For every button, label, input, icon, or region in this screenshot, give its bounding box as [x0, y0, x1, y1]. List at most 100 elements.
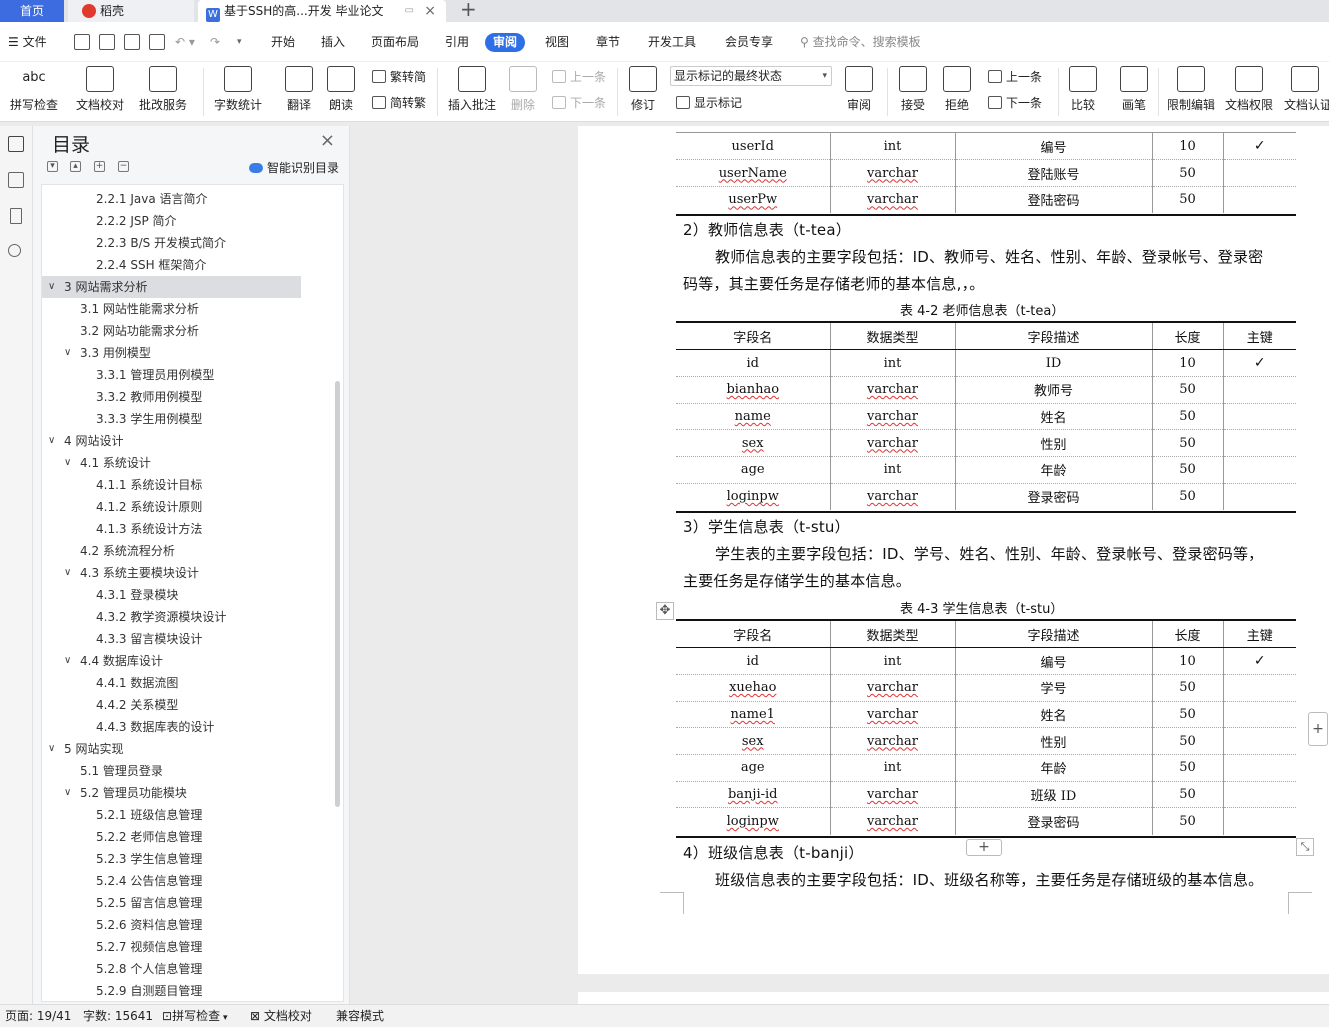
chevron-down-icon[interactable]: ∨: [48, 738, 55, 760]
track-changes-button[interactable]: 修订: [624, 62, 662, 122]
chevron-down-icon[interactable]: ∨: [64, 342, 71, 364]
table-cell[interactable]: 50: [1151, 754, 1223, 782]
table-cell[interactable]: 姓名: [954, 701, 1152, 729]
table-cell[interactable]: 50: [1151, 483, 1223, 510]
table-cell[interactable]: name1: [676, 701, 830, 729]
trad-to-simp-button[interactable]: 繁转简: [372, 68, 426, 86]
menu-item-devtools[interactable]: 开发工具: [648, 22, 696, 62]
table-cell[interactable]: id: [676, 349, 830, 377]
table-cell[interactable]: userPw: [676, 186, 830, 213]
chevron-down-icon[interactable]: ∨: [64, 650, 71, 672]
menu-item-chapter[interactable]: 章节: [596, 22, 620, 62]
table-cell[interactable]: [1222, 483, 1296, 510]
table-cell[interactable]: name: [676, 403, 830, 431]
table-cell[interactable]: 50: [1151, 429, 1223, 457]
table-cell[interactable]: 50: [1151, 403, 1223, 431]
prev-comment-button[interactable]: 上一条: [552, 68, 606, 86]
table-cell[interactable]: varchar: [829, 674, 955, 702]
table-cell[interactable]: 50: [1151, 727, 1223, 755]
toc-item[interactable]: ∨ 5.2 管理员功能模块: [42, 782, 342, 804]
table-cell[interactable]: 登录密码: [954, 807, 1152, 835]
table-cell[interactable]: 登陆账号: [954, 159, 1152, 187]
table-cell[interactable]: ID: [954, 349, 1152, 377]
table-cell[interactable]: xuehao: [676, 674, 830, 702]
page-indicator[interactable]: 页面: 19/41: [5, 1005, 71, 1027]
toc-item[interactable]: 4.4.3 数据库表的设计: [42, 716, 342, 738]
delete-comment-button[interactable]: 删除: [504, 62, 542, 122]
table-cell[interactable]: id: [676, 647, 830, 675]
table-cell[interactable]: 字段名: [676, 323, 830, 351]
redo-icon[interactable]: ↷: [210, 22, 220, 62]
insert-comment-button[interactable]: 插入批注: [444, 62, 500, 122]
tab-home[interactable]: 首页: [0, 0, 64, 22]
show-markup-button[interactable]: 显示标记: [676, 94, 742, 112]
table-cell[interactable]: [1222, 701, 1296, 729]
toc-item[interactable]: 5.2.9 自测题目管理: [42, 980, 342, 1001]
toc-item[interactable]: 4.3.3 留言模块设计: [42, 628, 342, 650]
menu-item-reference[interactable]: 引用: [445, 22, 469, 62]
pen-button[interactable]: 画笔: [1116, 62, 1152, 122]
table-cell[interactable]: 50: [1151, 159, 1223, 187]
accept-button[interactable]: 接受: [894, 62, 932, 122]
add-row-icon[interactable]: +: [966, 839, 1002, 856]
table-cell[interactable]: userName: [676, 159, 830, 187]
chevron-down-icon[interactable]: ∨: [48, 430, 55, 452]
table-move-handle-icon[interactable]: ✥: [656, 602, 674, 620]
table-cell[interactable]: 50: [1151, 376, 1223, 404]
toc-item[interactable]: 3.2 网站功能需求分析: [42, 320, 342, 342]
toc-item[interactable]: 5.2.5 留言信息管理: [42, 892, 342, 914]
simp-to-trad-button[interactable]: 简转繁: [372, 94, 426, 112]
toc-item[interactable]: ∨ 4.1 系统设计: [42, 452, 342, 474]
table-cell[interactable]: varchar: [829, 483, 955, 510]
table-cell[interactable]: 字段描述: [954, 323, 1152, 351]
table-cell[interactable]: 年龄: [954, 456, 1152, 484]
toc-item[interactable]: ∨ 5 网站实现: [42, 738, 342, 760]
print-preview-icon[interactable]: [149, 34, 165, 50]
table-cell[interactable]: int: [829, 754, 955, 782]
table-cell[interactable]: loginpw: [676, 483, 830, 510]
table-cell[interactable]: [1222, 186, 1296, 214]
chevron-down-icon[interactable]: ∨: [64, 782, 71, 804]
proofread-status[interactable]: ⊠ 文档校对: [250, 1005, 312, 1027]
next-change-button[interactable]: 下一条: [988, 94, 1042, 112]
expand-level-icon[interactable]: ▴: [70, 161, 81, 172]
spell-check-status[interactable]: ⊡拼写检查 ▾: [162, 1005, 227, 1027]
reject-button[interactable]: 拒绝: [938, 62, 976, 122]
table-cell[interactable]: 50: [1151, 674, 1223, 702]
restrict-edit-button[interactable]: 限制编辑: [1164, 62, 1218, 122]
compare-button[interactable]: 比较: [1064, 62, 1102, 122]
table-cell[interactable]: [1222, 403, 1296, 431]
menu-item-member[interactable]: 会员专享: [725, 22, 773, 62]
table-cell[interactable]: ✓: [1222, 647, 1296, 675]
export-icon[interactable]: [99, 34, 115, 50]
command-search[interactable]: ⚲ 查找命令、搜索模板: [800, 22, 921, 62]
toc-item[interactable]: 4.1.3 系统设计方法: [42, 518, 342, 540]
table-cell[interactable]: 字段名: [676, 621, 830, 649]
toc-item[interactable]: 3.3.3 学生用例模型: [42, 408, 342, 430]
menu-item-review[interactable]: 审阅: [485, 33, 526, 52]
table-cell[interactable]: 性别: [954, 429, 1152, 457]
table-cell[interactable]: 姓名: [954, 403, 1152, 431]
find-icon[interactable]: [8, 244, 21, 257]
chevron-down-icon[interactable]: ∨: [48, 276, 55, 298]
table-cell[interactable]: int: [829, 647, 955, 675]
table-cell[interactable]: 年龄: [954, 754, 1152, 782]
toc-item[interactable]: 4.4.2 关系模型: [42, 694, 342, 716]
table-cell[interactable]: 长度: [1151, 621, 1223, 649]
menu-item-start[interactable]: 开始: [271, 22, 295, 62]
toc-item[interactable]: 5.2.8 个人信息管理: [42, 958, 342, 980]
table-cell[interactable]: ✓: [1222, 349, 1296, 377]
table-cell[interactable]: [1222, 429, 1296, 457]
print-icon[interactable]: [124, 34, 140, 50]
table-cell[interactable]: [1222, 807, 1296, 835]
table-cell[interactable]: 数据类型: [829, 621, 955, 649]
table-cell[interactable]: 登录密码: [954, 483, 1152, 510]
toc-item[interactable]: 5.2.3 学生信息管理: [42, 848, 342, 870]
markup-state-select[interactable]: 显示标记的最终状态: [670, 66, 832, 86]
table-cell[interactable]: varchar: [829, 781, 955, 809]
table-cell[interactable]: [1222, 727, 1296, 755]
toc-item[interactable]: 2.2.3 B/S 开发模式简介: [42, 232, 342, 254]
table-cell[interactable]: varchar: [829, 429, 955, 457]
table-cell[interactable]: 字段描述: [954, 621, 1152, 649]
spell-check-button[interactable]: abc 拼写检查: [4, 62, 64, 122]
